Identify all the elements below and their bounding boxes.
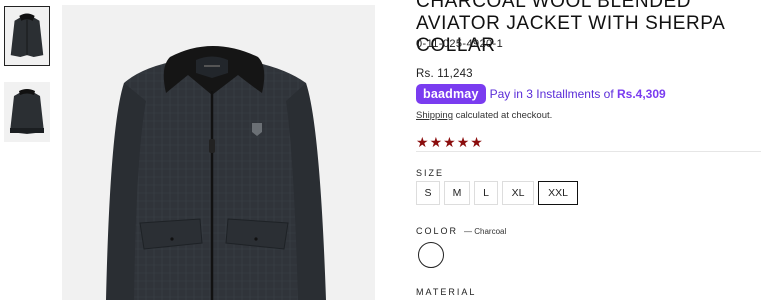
jacket-front-thumbnail-image xyxy=(10,13,44,58)
installments-banner[interactable]: baadmay Pay in 3 Installments of Rs.4,30… xyxy=(416,84,666,104)
size-label: SIZE xyxy=(416,168,445,178)
size-options: S M L XL XXL xyxy=(416,181,578,205)
star-icon: ★ xyxy=(456,134,470,150)
star-icon: ★ xyxy=(416,134,429,150)
installments-amount: Rs.4,309 xyxy=(617,87,666,101)
divider xyxy=(416,151,761,152)
main-product-image[interactable] xyxy=(62,5,375,300)
color-label: COLOR xyxy=(416,226,459,236)
baadmay-logo: baadmay xyxy=(416,84,486,104)
size-option-m[interactable]: M xyxy=(444,181,470,205)
product-sku: 0-11-025-4920-1 xyxy=(416,38,504,50)
material-label: MATERIAL xyxy=(416,287,477,297)
star-icon: ★ xyxy=(443,134,456,150)
star-icon: ★ xyxy=(470,134,483,150)
product-price: Rs. 11,243 xyxy=(416,68,473,80)
shipping-link[interactable]: Shipping xyxy=(416,110,453,121)
size-option-s[interactable]: S xyxy=(416,181,440,205)
color-value: — Charcoal xyxy=(464,227,507,236)
jacket-illustration xyxy=(106,46,326,300)
shipping-note-text: calculated at checkout. xyxy=(452,110,553,121)
rating-stars[interactable]: ★ ★ ★ ★ ★ xyxy=(416,134,483,150)
thumbnail-back[interactable] xyxy=(4,82,50,142)
thumbnail-front[interactable] xyxy=(4,6,50,66)
jacket-back-thumbnail-image xyxy=(10,89,44,134)
shipping-note: Shipping calculated at checkout. xyxy=(416,110,552,121)
star-icon: ★ xyxy=(429,134,443,150)
color-swatch-charcoal[interactable] xyxy=(418,242,444,268)
size-option-xxl[interactable]: XXL xyxy=(538,181,578,205)
installments-text: Pay in 3 Installments of Rs.4,309 xyxy=(489,87,666,101)
size-option-xl[interactable]: XL xyxy=(502,181,534,205)
color-row: COLOR — Charcoal xyxy=(416,226,506,236)
size-option-l[interactable]: L xyxy=(474,181,498,205)
